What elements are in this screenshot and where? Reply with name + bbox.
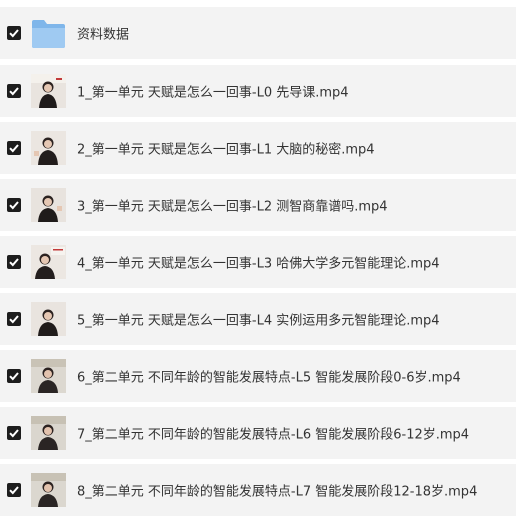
file-list: 资料数据 1_第一单元 天赋是怎么一回事-L0 先导课.mp4 2_第一单元 天… [0,0,516,516]
checkmark-icon [9,372,19,381]
checkbox[interactable] [7,312,21,326]
checkmark-icon [9,144,19,153]
checkmark-icon [9,29,19,38]
list-item-video[interactable]: 8_第二单元 不同年龄的智能发展特点-L7 智能发展阶段12-18岁.mp4 [0,464,516,516]
video-thumbnail [31,302,66,336]
folder-icon [31,17,66,49]
file-name: 7_第二单元 不同年龄的智能发展特点-L6 智能发展阶段6-12岁.mp4 [77,427,470,443]
list-item-folder[interactable]: 资料数据 [0,7,516,59]
video-thumbnail [31,245,66,279]
checkbox[interactable] [7,369,21,383]
video-thumbnail [31,359,66,393]
file-name: 5_第一单元 天赋是怎么一回事-L4 实例运用多元智能理论.mp4 [77,313,440,329]
list-item-video[interactable]: 2_第一单元 天赋是怎么一回事-L1 大脑的秘密.mp4 [0,122,516,174]
video-thumbnail [31,473,66,507]
checkbox[interactable] [7,255,21,269]
checkmark-icon [9,258,19,267]
checkbox[interactable] [7,426,21,440]
checkmark-icon [9,486,19,495]
checkbox[interactable] [7,141,21,155]
file-name: 3_第一单元 天赋是怎么一回事-L2 测智商靠谱吗.mp4 [77,199,388,215]
checkmark-icon [9,87,19,96]
list-item-video[interactable]: 5_第一单元 天赋是怎么一回事-L4 实例运用多元智能理论.mp4 [0,293,516,345]
list-item-video[interactable]: 7_第二单元 不同年龄的智能发展特点-L6 智能发展阶段6-12岁.mp4 [0,407,516,459]
checkbox[interactable] [7,483,21,497]
file-name: 2_第一单元 天赋是怎么一回事-L1 大脑的秘密.mp4 [77,142,375,158]
list-item-video[interactable]: 3_第一单元 天赋是怎么一回事-L2 测智商靠谱吗.mp4 [0,179,516,231]
list-item-video[interactable]: 4_第一单元 天赋是怎么一回事-L3 哈佛大学多元智能理论.mp4 [0,236,516,288]
checkmark-icon [9,429,19,438]
file-name: 4_第一单元 天赋是怎么一回事-L3 哈佛大学多元智能理论.mp4 [77,256,440,272]
checkbox[interactable] [7,198,21,212]
checkmark-icon [9,201,19,210]
list-item-video[interactable]: 1_第一单元 天赋是怎么一回事-L0 先导课.mp4 [0,65,516,117]
file-name: 1_第一单元 天赋是怎么一回事-L0 先导课.mp4 [77,85,349,101]
checkmark-icon [9,315,19,324]
file-name: 资料数据 [77,27,130,43]
file-name: 6_第二单元 不同年龄的智能发展特点-L5 智能发展阶段0-6岁.mp4 [77,370,461,386]
file-name: 8_第二单元 不同年龄的智能发展特点-L7 智能发展阶段12-18岁.mp4 [77,484,478,500]
video-thumbnail [31,416,66,450]
video-thumbnail [31,188,66,222]
list-item-video[interactable]: 6_第二单元 不同年龄的智能发展特点-L5 智能发展阶段0-6岁.mp4 [0,350,516,402]
checkbox[interactable] [7,26,21,40]
video-thumbnail [31,131,66,165]
checkbox[interactable] [7,84,21,98]
video-thumbnail [31,74,66,108]
